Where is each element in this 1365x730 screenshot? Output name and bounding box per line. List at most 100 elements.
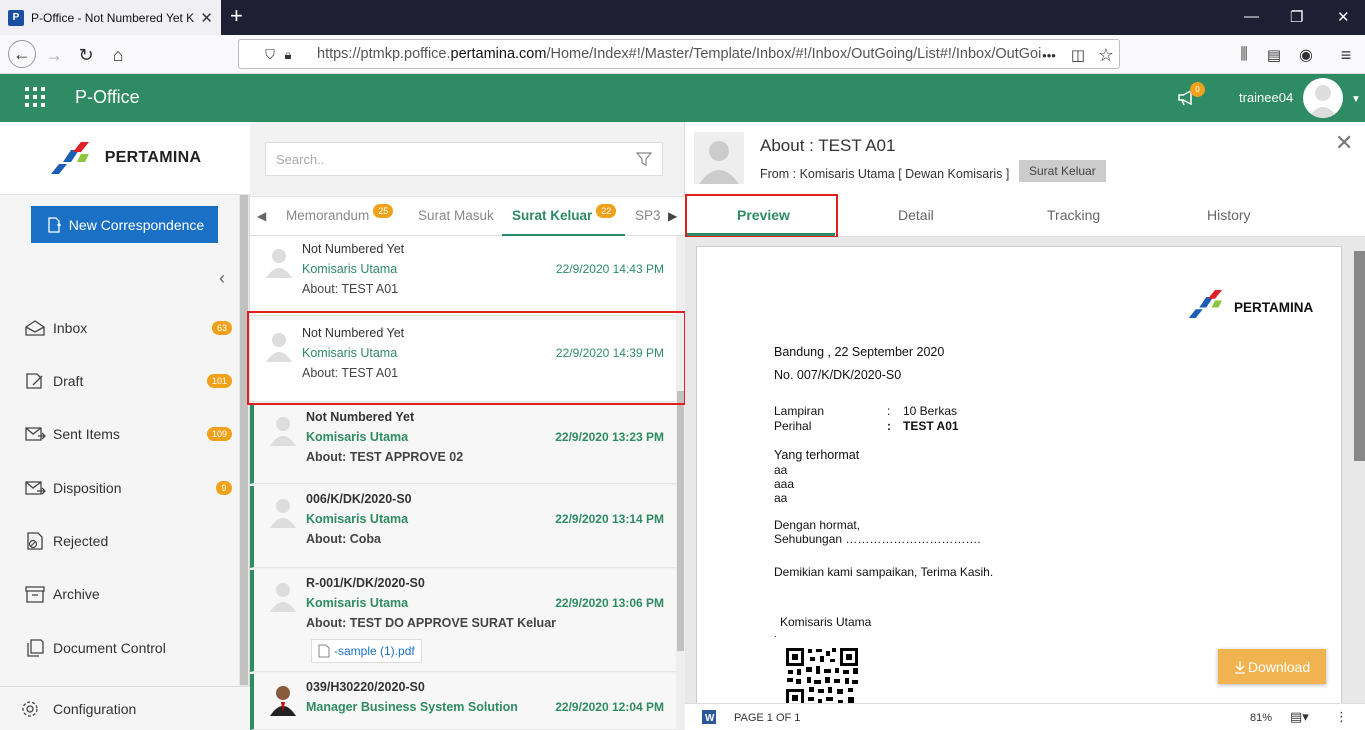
tab-memorandum[interactable]: Memorandum 25 bbox=[286, 204, 394, 223]
sidebar-item-label: Sent Items bbox=[53, 426, 120, 442]
user-avatar[interactable] bbox=[1303, 78, 1343, 118]
list-item[interactable]: R-001/K/DK/2020-S0 Komisaris Utama About… bbox=[250, 570, 676, 672]
configuration-label: Configuration bbox=[53, 700, 137, 717]
sidebar-toggle-icon[interactable]: ▤ bbox=[1262, 43, 1286, 67]
word-document-icon: W bbox=[702, 710, 716, 724]
list-item[interactable]: 006/K/DK/2020-S0 Komisaris Utama About: … bbox=[250, 486, 676, 568]
view-mode-icon[interactable]: ▤▾ bbox=[1290, 709, 1309, 725]
lock-icon: 🔒︎ bbox=[284, 47, 292, 62]
menu-icon[interactable]: ≡ bbox=[1334, 43, 1358, 67]
notification-badge: 0 bbox=[1190, 82, 1205, 97]
home-icon[interactable]: ⌂ bbox=[106, 43, 130, 67]
new-correspondence-label: New Correspondence bbox=[68, 216, 205, 233]
tab-sp3[interactable]: SP3 bbox=[635, 208, 661, 223]
viewer-scrollbar[interactable] bbox=[1351, 237, 1365, 703]
close-tab-icon[interactable]: ✕ bbox=[200, 9, 213, 27]
account-icon[interactable]: ◉ bbox=[1294, 43, 1318, 67]
tab-tracking[interactable]: Tracking bbox=[1047, 207, 1100, 223]
perihal-label: Perihal bbox=[774, 419, 812, 433]
sidebar-item-inbox[interactable]: Inbox 63 bbox=[0, 308, 238, 348]
reload-icon[interactable]: ↻ bbox=[74, 43, 98, 67]
letterhead-text: PERTAMINA bbox=[1234, 300, 1314, 315]
detail-title: About : TEST A01 bbox=[760, 136, 896, 155]
tab-detail[interactable]: Detail bbox=[898, 207, 934, 223]
list-item[interactable]: Not Numbered Yet Komisaris Utama About: … bbox=[250, 404, 676, 484]
sent-icon bbox=[25, 427, 46, 441]
minimize-icon[interactable]: — bbox=[1244, 8, 1259, 25]
pertamina-logo: PERTAMINA bbox=[0, 122, 250, 195]
username[interactable]: trainee04 bbox=[1239, 90, 1293, 105]
back-icon[interactable]: ← bbox=[8, 40, 36, 68]
sidebar-item-rejected[interactable]: Rejected bbox=[0, 521, 238, 561]
surat-keluar-badge: 22 bbox=[596, 204, 617, 218]
correspondence-list-panel: Search.. ◀ Memorandum 25 Surat Masuk Sura… bbox=[247, 122, 686, 730]
tab-surat-keluar[interactable]: Surat Keluar 22 bbox=[512, 204, 617, 223]
new-document-icon bbox=[48, 216, 61, 233]
tab-surat-masuk[interactable]: Surat Masuk bbox=[418, 208, 494, 223]
collapse-sidebar-icon[interactable]: ‹ bbox=[219, 268, 225, 289]
tabs-scroll-right-icon[interactable]: ▶ bbox=[668, 209, 677, 223]
library-icon[interactable]: ⫼ bbox=[1232, 43, 1256, 67]
url-prefix: https://ptmkp.poffice. bbox=[317, 46, 451, 62]
detail-tabs: Preview Detail Tracking History bbox=[685, 194, 1365, 238]
avatar-placeholder-icon bbox=[270, 417, 296, 446]
search-input[interactable]: Search.. bbox=[265, 142, 663, 176]
sidebar-item-label: Document Control bbox=[53, 640, 166, 656]
pertamina-logo-icon bbox=[50, 142, 89, 174]
sidebar: PERTAMINA New Correspondence ‹ Inbox 63 … bbox=[0, 122, 250, 730]
sidebar-item-sent-items[interactable]: Sent Items 109 bbox=[0, 414, 238, 454]
sidebar-item-document-control[interactable]: Document Control bbox=[0, 628, 238, 668]
url-bar[interactable]: https://ptmkp.poffice. pertamina.com/Home… bbox=[238, 39, 1120, 69]
sidebar-item-disposition[interactable]: Disposition 9 bbox=[0, 468, 238, 508]
zoom-level: 81% bbox=[1250, 712, 1273, 724]
download-icon bbox=[1234, 660, 1245, 674]
app-name: P-Office bbox=[75, 87, 140, 107]
category-tabs: ◀ Memorandum 25 Surat Masuk Surat Keluar 2… bbox=[250, 196, 685, 237]
configuration-item[interactable]: Configuration bbox=[0, 686, 250, 730]
user-menu-caret-icon[interactable]: ▼ bbox=[1351, 94, 1361, 105]
sidebar-item-archive[interactable]: Archive bbox=[0, 574, 238, 614]
close-detail-icon[interactable]: ✕ bbox=[1335, 132, 1353, 154]
attachment-chip[interactable]: -sample (1).pdf bbox=[311, 639, 422, 663]
letter-closing: Demikian kami sampaikan, Terima Kasih. bbox=[774, 565, 994, 579]
list-item[interactable]: 039/H30220/2020-S0 Manager Business Syst… bbox=[250, 674, 676, 730]
pocket-icon[interactable]: ◫ bbox=[1066, 43, 1090, 67]
bookmark-star-icon[interactable]: ☆ bbox=[1094, 43, 1118, 67]
new-correspondence-button[interactable]: New Correspondence bbox=[31, 206, 218, 243]
sidebar-item-label: Disposition bbox=[53, 480, 122, 496]
forward-icon[interactable]: → bbox=[42, 43, 66, 67]
letter-number: No. 007/K/DK/2020-S0 bbox=[774, 368, 902, 382]
detail-panel: About : TEST A01 From : Komisaris Utama … bbox=[685, 122, 1365, 730]
detail-from: From : Komisaris Utama [ Dewan Komisaris… bbox=[760, 167, 1010, 181]
sidebar-scrollbar[interactable] bbox=[239, 195, 249, 730]
selection-highlight-box bbox=[247, 311, 686, 405]
perihal-value: TEST A01 bbox=[903, 419, 959, 433]
apps-grid-icon[interactable] bbox=[25, 87, 45, 107]
letter-signer: Komisaris Utama bbox=[780, 615, 872, 629]
more-options-icon[interactable]: ⋮ bbox=[1335, 709, 1348, 725]
disposition-icon bbox=[25, 481, 46, 495]
category-tag: Surat Keluar bbox=[1019, 160, 1106, 182]
avatar-placeholder-icon bbox=[270, 499, 296, 528]
window-close-icon[interactable]: ✕ bbox=[1337, 8, 1350, 26]
svg-text:W: W bbox=[705, 713, 715, 724]
download-button[interactable]: Download bbox=[1218, 649, 1326, 684]
filter-icon[interactable] bbox=[636, 151, 652, 167]
list-item[interactable]: Not Numbered Yet Komisaris Utama About: … bbox=[250, 236, 676, 316]
tab-history[interactable]: History bbox=[1207, 207, 1251, 223]
viewer-status-bar: W PAGE 1 OF 1 81% ▤▾ ⋮ bbox=[685, 703, 1365, 730]
tabs-scroll-left-icon[interactable]: ◀ bbox=[257, 209, 266, 223]
browser-tab[interactable]: P P-Office - Not Numbered Yet K ✕ bbox=[0, 0, 221, 35]
document-control-icon bbox=[27, 639, 44, 657]
qr-code-icon bbox=[785, 647, 859, 705]
sidebar-item-draft[interactable]: Draft 101 bbox=[0, 361, 238, 401]
page-indicator: PAGE 1 OF 1 bbox=[734, 712, 801, 724]
page-actions-icon[interactable]: ••• bbox=[1037, 43, 1061, 67]
archive-icon bbox=[25, 586, 45, 603]
letter-greeting: Yang terhormat bbox=[774, 448, 860, 462]
search-placeholder: Search.. bbox=[276, 151, 325, 167]
sent-count-badge: 109 bbox=[206, 427, 232, 441]
url-domain: pertamina.com bbox=[450, 46, 547, 62]
restore-icon[interactable]: ❐ bbox=[1290, 8, 1303, 26]
new-tab-icon[interactable]: + bbox=[230, 5, 243, 27]
